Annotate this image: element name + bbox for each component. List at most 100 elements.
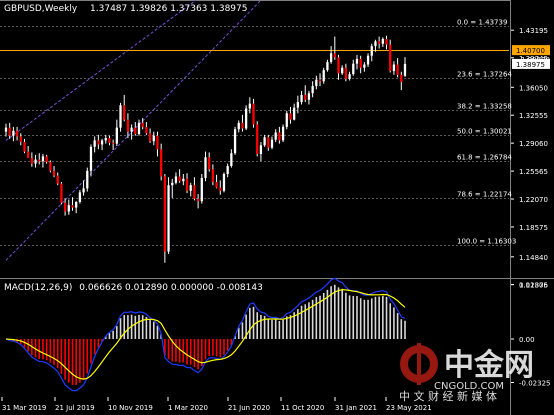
candle-body-bear [63,202,67,212]
candle-body-bear [215,182,218,188]
candle-body-bear [108,138,111,143]
candle-body-bull [322,70,325,82]
price-tick-label: 1.25565 [519,168,548,176]
time-tick-label: 11 Oct 2020 [281,404,324,412]
candle-body-bear [344,67,348,79]
candle-body-bull [237,122,240,130]
candle-body-bull [200,178,203,202]
chart-title: GBPUSD,Weekly 1.37487 1.39826 1.37363 1.… [4,4,247,14]
candle-body-bull [366,55,370,65]
candle-body-bear [148,133,152,142]
candle-body-bull [374,41,377,47]
candle-body-bear [396,64,399,75]
candle-body-bear [123,105,126,120]
price-tick-label: 1.29060 [519,140,548,148]
candle-body-bull [244,108,248,129]
candle-body-bull [89,146,93,171]
candle-body-bull [34,159,37,164]
price-tick-label: 1.43195 [519,27,548,35]
current-price-label: 1.38975 [516,61,545,69]
time-tick-label: 21 Jun 2020 [228,404,270,412]
candle-body-bull [296,102,300,108]
candle-body-bull [67,205,70,212]
candle-body-bull [119,105,122,128]
watermark-brand: 中金网 [444,348,534,383]
candle-body-bull [222,174,226,191]
candle-body-bull [230,153,233,167]
candle-body-bull [352,63,355,75]
candle-body-bull [86,170,89,189]
candle-body-bear [111,142,115,144]
fib-level-label: 0.0 = 1.43739 [457,19,507,27]
candle-body-bull [171,182,174,186]
candle-body-bull [329,53,333,63]
candle-body-bull [403,63,407,76]
candle-body-bear [163,176,167,252]
candle-body-bear [385,38,388,45]
candle-body-bear [60,183,63,203]
candle-body-bear [156,135,159,150]
fib-level-label: 78.6 = 1.22174 [457,191,512,199]
candle-body-bull [12,130,15,136]
time-tick-label: 10 Nov 2019 [108,404,153,412]
candle-body-bear [333,53,336,58]
candle-body-bull [270,139,274,148]
watermark-tagline: 中 文 财 经 新 媒 体 [399,389,497,403]
candle-body-bull [293,107,296,120]
candle-body-bear [27,151,30,159]
candle-body-bear [193,185,196,199]
candle-body-bear [196,198,200,202]
candle-body-bear [15,130,19,137]
candle-body-bull [174,176,178,183]
candle-body-bull [167,185,170,252]
candle-body-bull [307,93,311,100]
candle-body-bull [204,157,207,179]
candle-body-bear [377,41,381,44]
candle-body-bull [370,46,373,56]
price-tick-label: 1.18575 [519,224,548,232]
candle-body-bull [104,138,107,141]
symbol-label: GBPUSD,Weekly [4,4,78,14]
candle-body-bull [4,127,8,132]
fib-level-label: 38.2 = 1.33258 [457,103,512,111]
candle-body-bear [56,175,59,184]
candle-body-bear [134,127,137,135]
candle-body-bull [341,67,344,74]
candle-body-bear [304,94,307,100]
price-tick-label: 1.14840 [519,254,548,262]
candle-body-bull [189,185,192,191]
price-tick-label: 1.36050 [519,84,548,92]
candle-body-bear [219,187,222,191]
candle-body-bull [75,201,78,208]
candle-body-bear [8,127,11,136]
candle-body-bull [281,126,285,141]
ohlc-values: 1.37487 1.39826 1.37363 1.38975 [90,4,247,14]
candle-body-bear [256,124,259,155]
chart-canvas: 0.0 = 1.43739 23.6 = 1.37264 38.2 = 1.3325… [0,0,554,415]
candle-body-bear [252,103,255,125]
candle-body-bear [208,157,211,170]
candle-body-bear [337,57,340,74]
candle-body-bear [400,74,403,83]
price-tick-label: 1.22070 [519,196,548,204]
candle-body-bear [178,176,181,182]
candle-body-bear [126,119,130,132]
time-tick-label: 31 Mar 2019 [2,404,46,412]
fib-level-label: 50.0 = 1.30021 [457,128,512,136]
candle-body-bear [23,142,26,152]
candle-body-bear [185,178,189,191]
candle-body-bull [41,156,45,162]
candle-body-bull [182,178,185,182]
time-tick-label: 1 Mar 2020 [168,404,208,412]
candle-body-bear [52,170,56,176]
time-tick-label: 31 Jan 2021 [335,404,377,412]
macd-tick-label: 0.02806 [519,282,548,290]
macd-tick-label: 0.00 [519,336,535,344]
candle-body-bear [71,205,74,208]
time-tick-label: 21 Jul 2019 [55,404,95,412]
candle-body-bull [233,129,237,154]
price-tick-label: 1.32555 [519,112,548,120]
candle-body-bear [359,58,362,68]
candle-body-bear [160,149,163,177]
candle-body-bear [145,126,148,134]
